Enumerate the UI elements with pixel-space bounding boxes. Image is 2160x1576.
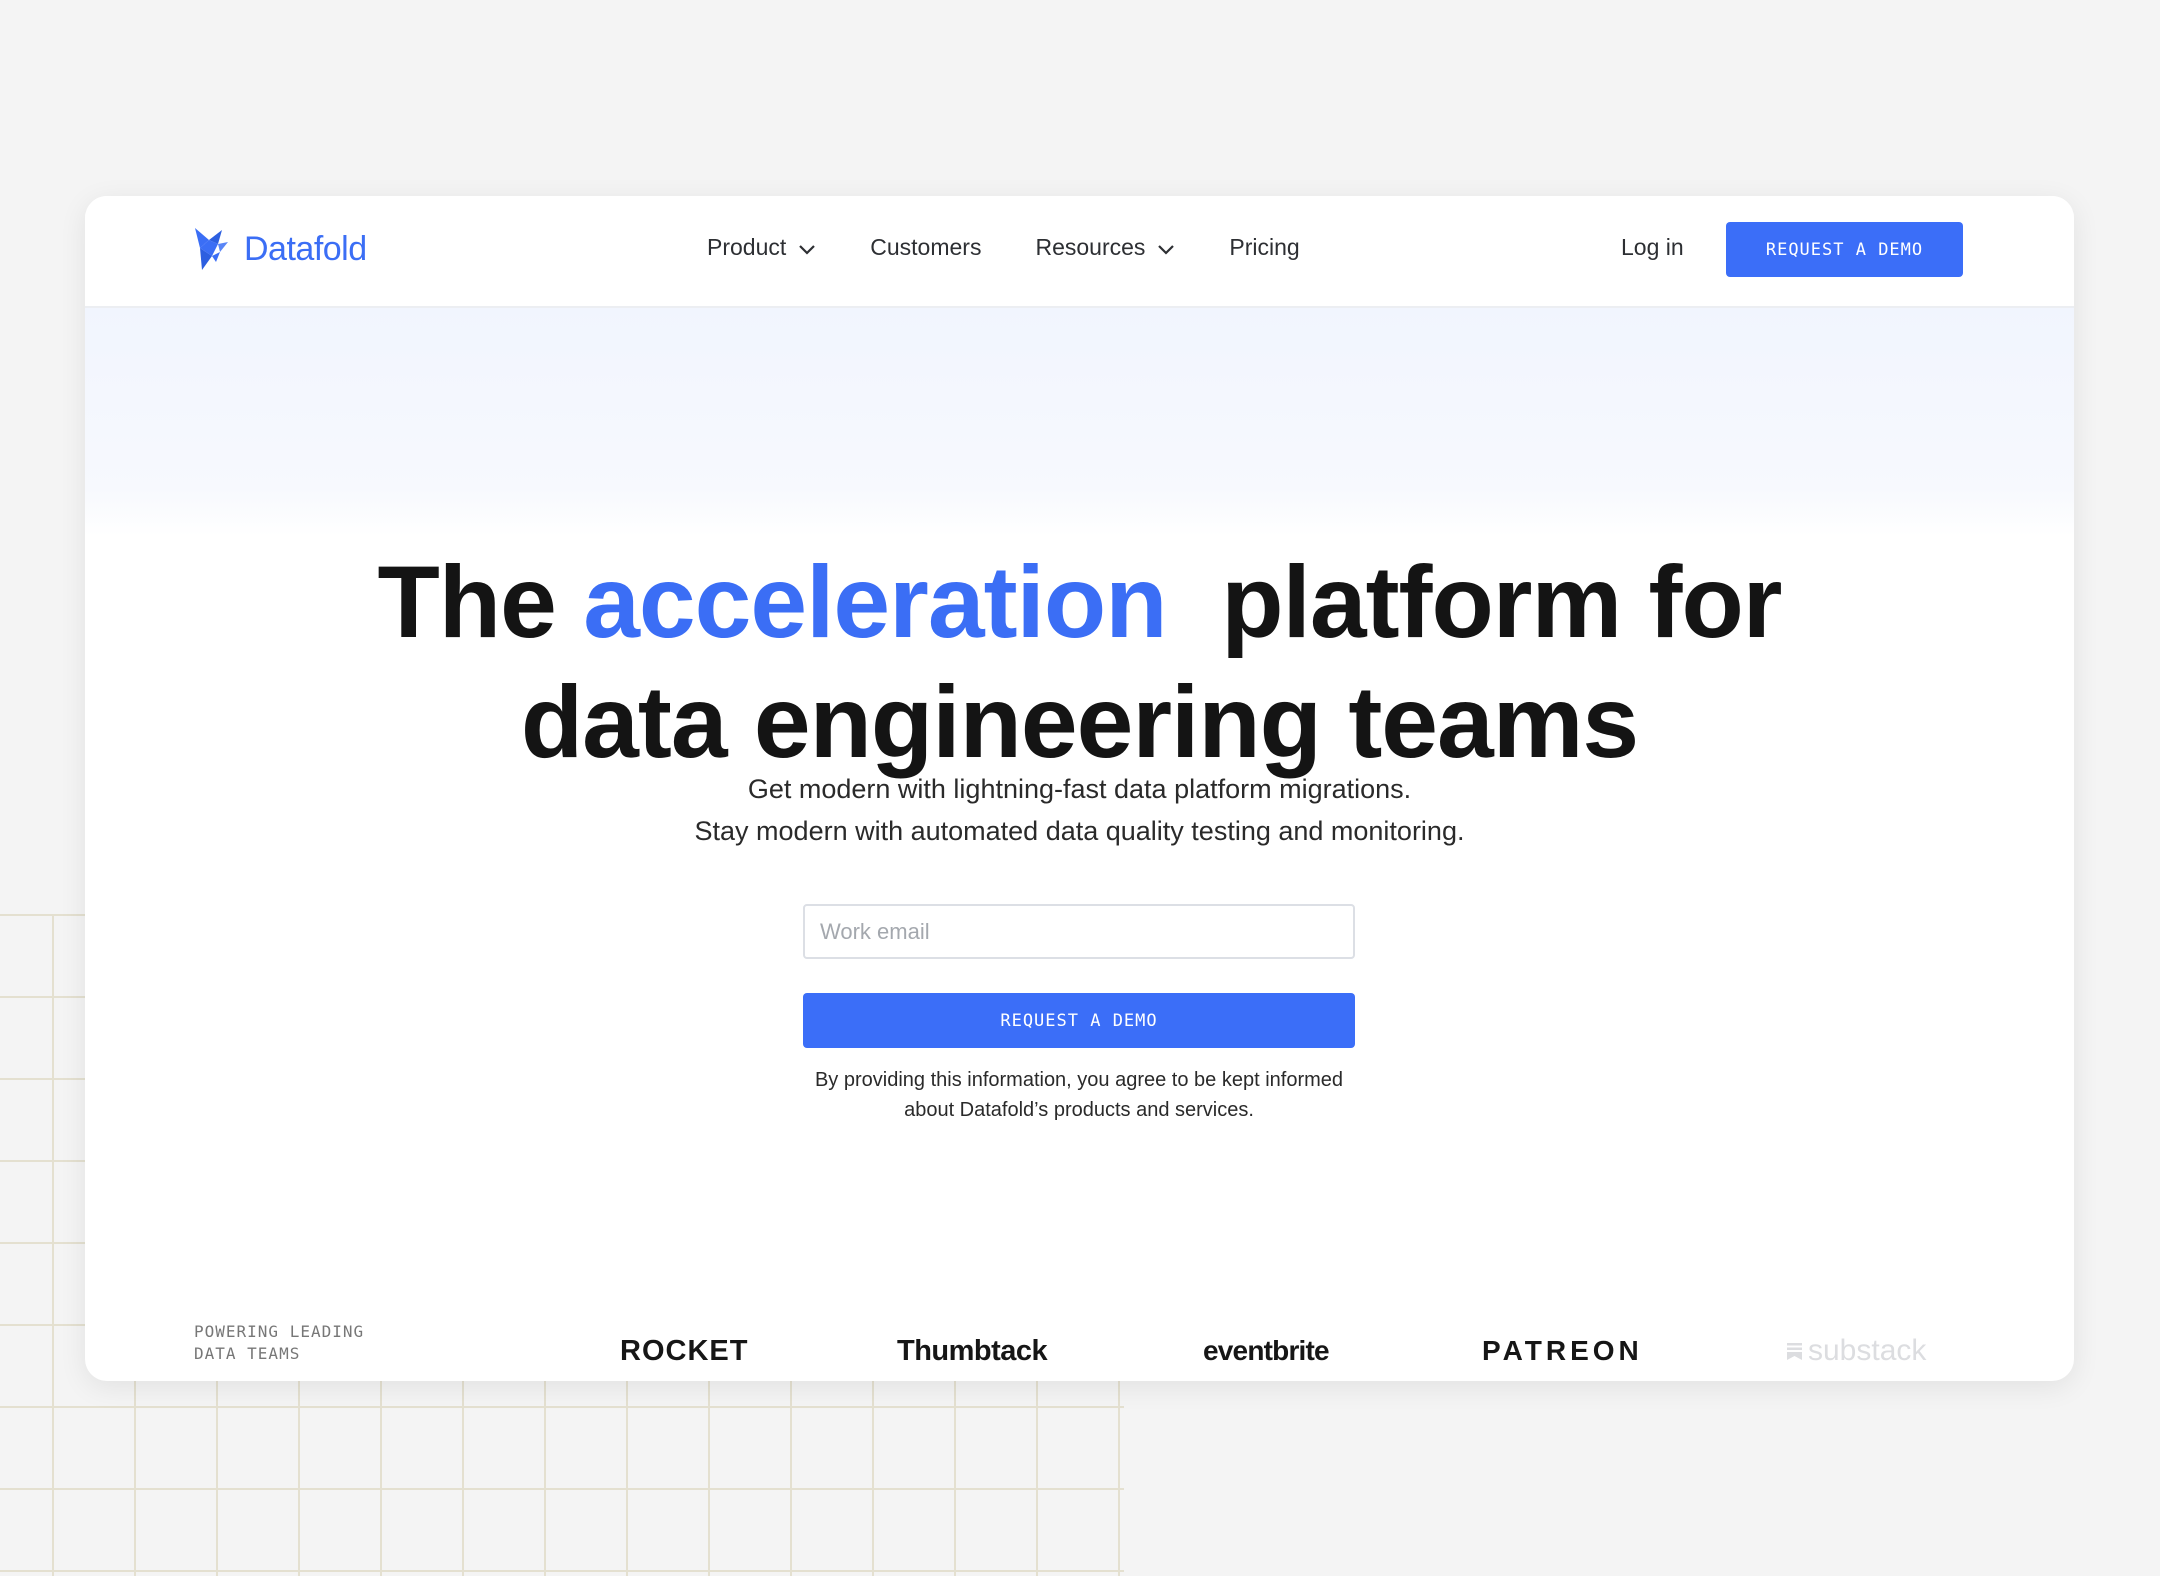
subheadline-line1: Get modern with lightning-fast data plat… xyxy=(747,774,1412,804)
nav-item-pricing[interactable]: Pricing xyxy=(1229,234,1299,261)
top-navigation: Datafold Product Customers Resources Pri… xyxy=(85,196,2074,308)
nav-item-customers[interactable]: Customers xyxy=(870,234,981,261)
nav-item-resources[interactable]: Resources xyxy=(1035,234,1175,261)
customer-logos: ROCKET Thumbtack eventbrite PATREON subs… xyxy=(85,1326,2074,1376)
hero-headline: The acceleration platform for data engine… xyxy=(85,542,2074,782)
customer-logo-rocket: ROCKET xyxy=(620,1334,749,1367)
chevron-down-icon xyxy=(1158,244,1175,255)
page-card: Datafold Product Customers Resources Pri… xyxy=(85,196,2074,1381)
datafold-logo-icon xyxy=(195,228,228,270)
request-demo-button-nav[interactable]: REQUEST A DEMO xyxy=(1726,222,1963,277)
subheadline-line2: Stay modern with automated data quality … xyxy=(694,816,1465,846)
datafold-logo[interactable]: Datafold xyxy=(192,226,367,272)
work-email-input[interactable] xyxy=(803,904,1355,959)
headline-prefix: The xyxy=(377,545,584,660)
headline-suffix: platform for xyxy=(1166,545,1782,660)
headline-line2: data engineering teams xyxy=(520,665,1639,780)
logo-wordmark: Datafold xyxy=(244,229,367,268)
primary-nav: Product Customers Resources Pricing xyxy=(707,234,1300,261)
hero-background xyxy=(85,306,2074,536)
substack-wordmark: substack xyxy=(1808,1334,1927,1367)
substack-logo-icon xyxy=(1787,1342,1802,1360)
nav-item-label: Customers xyxy=(870,234,982,260)
nav-item-label: Resources xyxy=(1035,234,1146,260)
chevron-down-icon xyxy=(799,244,816,255)
nav-item-label: Product xyxy=(707,234,787,260)
request-demo-button[interactable]: REQUEST A DEMO xyxy=(803,993,1355,1048)
customer-logo-substack: substack xyxy=(1787,1326,1926,1376)
headline-accent: acceleration xyxy=(583,545,1167,660)
login-link[interactable]: Log in xyxy=(1621,234,1684,261)
privacy-disclaimer: By providing this information, you agree… xyxy=(814,1069,1344,1121)
hero-subheadline: Get modern with lightning-fast data plat… xyxy=(85,768,2074,852)
customer-logo-thumbtack: Thumbtack xyxy=(897,1334,1048,1367)
nav-item-label: Pricing xyxy=(1229,234,1300,260)
customer-logo-eventbrite: eventbrite xyxy=(1203,1335,1330,1366)
customer-logo-patreon: PATREON xyxy=(1482,1335,1643,1366)
nav-item-product[interactable]: Product xyxy=(707,234,816,261)
